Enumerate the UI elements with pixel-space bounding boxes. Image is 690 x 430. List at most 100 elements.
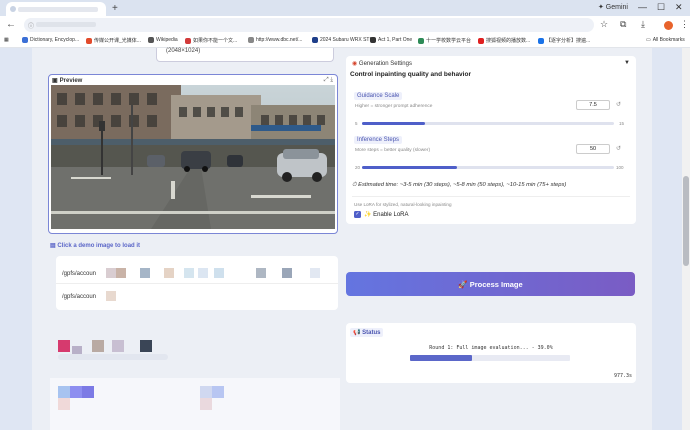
checkbox-check-icon[interactable]: ✓ xyxy=(354,211,361,218)
close-window-button[interactable]: ✕ xyxy=(675,2,683,13)
blurred-tile xyxy=(58,398,70,410)
bookmark-item[interactable]: Act 1, Part One xyxy=(370,37,412,43)
guidance-min: 5 xyxy=(355,121,358,126)
preview-actions-icon[interactable]: ⤢ ⤓ xyxy=(324,77,333,84)
preview-label-text: Preview xyxy=(59,77,83,84)
status-panel: 📢 Status Round 1: Full image evaluation.… xyxy=(346,323,636,383)
enable-lora-checkbox[interactable]: ✓ ✨ Enable LoRA xyxy=(354,211,409,218)
all-bookmarks-label: All Bookmarks xyxy=(652,37,685,43)
elapsed-time: 977.3s xyxy=(613,373,632,379)
bookmark-favicon-icon xyxy=(418,37,424,44)
folder-icon: ▭ xyxy=(646,37,651,43)
bookmark-item[interactable]: 搜狐视频的播放数... xyxy=(478,37,530,44)
guidance-slider-fill xyxy=(362,122,425,125)
demo-list: /gpfs/accoun /gpfs/accoun xyxy=(56,256,338,310)
bookmark-favicon-icon xyxy=(185,37,191,44)
gemini-button[interactable]: ✦ Gemini xyxy=(598,3,628,11)
steps-min: 20 xyxy=(355,165,361,170)
browser-tab[interactable] xyxy=(6,2,106,16)
bookmark-favicon-icon xyxy=(478,37,484,44)
status-progress-fill xyxy=(410,355,473,361)
minimize-button[interactable]: — xyxy=(638,2,647,12)
resolution-text: (2048×1024) xyxy=(166,48,201,54)
profile-avatar[interactable] xyxy=(664,21,673,30)
row-divider xyxy=(56,283,338,284)
menu-icon[interactable]: ⋮ xyxy=(680,19,689,30)
blurred-tile xyxy=(198,268,208,278)
inference-steps-slider[interactable] xyxy=(362,166,614,169)
bookmark-label: 2024 Subaru WRX STI... xyxy=(320,37,376,43)
bookmark-label: Dictionary, Encyclop... xyxy=(30,37,80,43)
back-button[interactable]: ← xyxy=(6,19,16,30)
bookmark-label: Act 1, Part One xyxy=(378,37,413,43)
address-bar[interactable]: ⓘ xyxy=(24,18,594,32)
blurred-tile xyxy=(58,340,70,352)
settings-header[interactable]: ◉ Generation Settings xyxy=(352,60,412,67)
bookmark-favicon-icon xyxy=(248,37,254,43)
guidance-scale-slider[interactable] xyxy=(362,122,614,125)
process-image-button[interactable]: 🚀 Process Image xyxy=(346,272,635,296)
bookmark-label: 【逐字分析】搜遍... xyxy=(546,38,591,44)
blurred-tile xyxy=(184,268,194,278)
maximize-button[interactable]: ☐ xyxy=(657,2,665,13)
guidance-reset-icon[interactable]: ↺ xyxy=(616,101,621,108)
blurred-tile xyxy=(82,386,94,398)
enable-lora-label: ✨ Enable LoRA xyxy=(364,212,409,218)
page-scrollbar[interactable] xyxy=(682,48,690,430)
address-url-blurred xyxy=(36,22,96,27)
guidance-scale-input[interactable]: 7.5 xyxy=(576,100,610,110)
new-tab-button[interactable]: + xyxy=(112,3,118,14)
all-bookmarks[interactable]: ▭ All Bookmarks xyxy=(646,37,685,43)
scrollbar-thumb[interactable] xyxy=(683,176,689,266)
bookmark-item[interactable]: 【逐字分析】搜遍... xyxy=(538,37,590,44)
collapse-icon[interactable]: ▼ xyxy=(624,60,630,66)
bookmark-item[interactable]: Dictionary, Encyclop... xyxy=(22,37,79,43)
bookmarks-bar: ▦ Dictionary, Encyclop... 传媒公开课_光媒体... W… xyxy=(0,34,690,48)
blurred-tile xyxy=(70,386,82,398)
bookmark-item[interactable]: http://www.dbc.net/... xyxy=(248,37,302,43)
inference-steps-input[interactable]: 50 xyxy=(576,144,610,154)
bookmark-item[interactable]: 十一学校数学云平台 xyxy=(418,37,471,44)
bookmark-favicon-icon xyxy=(86,37,92,44)
blurred-tile xyxy=(310,268,320,278)
bookmark-favicon-icon xyxy=(148,37,154,43)
bookmark-item[interactable]: Wikipedia xyxy=(148,37,178,43)
blurred-tile xyxy=(256,268,266,278)
browser-toolbar: ← ⓘ ☆ ⧉ ⤓ ⋮ xyxy=(0,16,690,34)
status-text: Round 1: Full image evaluation... - 39.0… xyxy=(429,345,553,351)
blurred-tile xyxy=(106,268,116,278)
blurred-card xyxy=(50,378,340,430)
generation-settings-panel: ◉ Generation Settings ▼ Control inpainti… xyxy=(346,56,636,224)
blurred-tile xyxy=(140,268,150,278)
blurred-tile xyxy=(212,386,224,398)
bookmark-label: http://www.dbc.net/... xyxy=(256,37,303,43)
steps-reset-icon[interactable]: ↺ xyxy=(616,145,621,152)
star-icon[interactable]: ☆ xyxy=(600,19,608,30)
blurred-tile xyxy=(140,340,152,352)
settings-subtitle: Control inpainting quality and behavior xyxy=(350,71,471,78)
demo-row[interactable]: /gpfs/accoun xyxy=(62,265,96,283)
blurred-tile xyxy=(72,346,82,354)
demo-label: ▤ Click a demo image to load it xyxy=(50,242,140,249)
blurred-tile xyxy=(200,398,212,410)
resolution-box: (2048×1024) xyxy=(156,48,334,62)
bookmark-label: Wikipedia xyxy=(156,37,178,43)
preview-label: ▣ Preview xyxy=(52,77,83,85)
bookmark-item[interactable]: 2024 Subaru WRX STI... xyxy=(312,37,375,43)
downloads-icon[interactable]: ⤓ xyxy=(641,19,645,30)
bookmark-item[interactable]: 如果你不能一个文... xyxy=(185,37,237,44)
extensions-icon[interactable]: ⧉ xyxy=(620,19,626,30)
bookmark-favicon-icon xyxy=(22,37,28,43)
settings-icon: ◉ xyxy=(352,61,359,67)
inference-steps-hint: More steps = better quality (slower) xyxy=(355,148,431,153)
bookmark-label: 如果你不能一个文... xyxy=(193,38,238,44)
bookmark-label: 十一学校数学云平台 xyxy=(426,38,472,44)
bookmark-item[interactable]: 传媒公开课_光媒体... xyxy=(86,37,141,44)
bookmark-favicon-icon xyxy=(370,37,376,43)
apps-icon[interactable]: ▦ xyxy=(4,37,9,43)
demo-row[interactable]: /gpfs/accoun xyxy=(62,288,96,306)
blurred-tile xyxy=(58,386,70,398)
bookmark-favicon-icon xyxy=(538,37,544,44)
site-info-icon[interactable]: ⓘ xyxy=(28,21,34,30)
blurred-tile xyxy=(112,340,124,352)
